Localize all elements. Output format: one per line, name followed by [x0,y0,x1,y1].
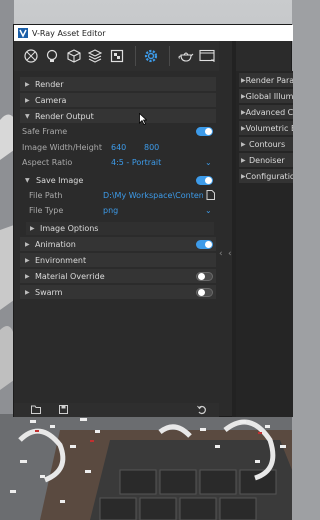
collapse-left-icon[interactable]: ‹ [219,249,223,259]
save-image-row: ▼ Save Image [20,173,216,187]
rollout-label: Global Illumination [245,91,293,101]
animation-toggle[interactable] [196,240,213,249]
settings-panel: ▶ Render ▶ Camera ▼ Render Output Safe F… [18,75,216,409]
rollout-volumetric-environment[interactable]: ▶ Volumetric Environment [239,121,293,135]
file-path-label: File Path [29,190,63,200]
frame-buffer-icon[interactable] [197,46,217,66]
expand-arrow-icon: ▶ [241,156,246,164]
save-image-label: Save Image [36,175,84,185]
expand-arrow-icon: ▶ [25,96,30,104]
image-size-label: Image Width/Height [22,142,102,152]
toolbar-separator [134,46,136,66]
chevron-down-icon[interactable]: ⌄ [205,158,212,167]
rollout-render-label: Render [35,79,64,89]
rollout-environment-label: Environment [35,255,87,265]
file-type-label: File Type [29,205,64,215]
rollout-label: Denoiser [249,155,285,165]
collapse-arrow-icon: ▼ [25,112,30,120]
file-type-select[interactable]: png [103,206,118,215]
expand-arrow-icon: ▶ [25,288,30,296]
expand-arrow-icon: ▶ [25,256,30,264]
rollout-configuration[interactable]: ▶ Configuration [239,169,293,183]
expand-arrow-icon: ▶ [241,92,246,100]
reset-icon[interactable] [197,405,207,415]
expand-arrow-icon: ▶ [25,240,30,248]
rollout-camera-label: Camera [35,95,67,105]
expand-arrow-icon: ▶ [241,124,246,132]
rollout-contours[interactable]: ▶ Contours [239,137,293,151]
expand-arrow-icon: ▶ [241,172,246,180]
expand-arrow-icon: ▶ [30,225,35,232]
advanced-settings-panel: ‹ ▶ Render Parameters ▶ Global Illuminat… [228,71,293,417]
image-height-field[interactable]: 800 [144,143,159,152]
toolbar-separator [168,46,170,66]
save-icon[interactable] [59,405,68,414]
vray-logo-icon [18,28,28,38]
expand-arrow-icon: ▶ [241,140,246,148]
rollout-image-options-label: Image Options [40,224,99,233]
materials-icon[interactable] [21,46,41,66]
swarm-toggle[interactable] [196,288,213,297]
rollout-label: Contours [249,139,286,149]
safe-frame-label: Safe Frame [22,126,68,136]
collapse-panel-icon[interactable]: ‹ [228,249,232,259]
chevron-down-icon[interactable]: ⌄ [205,206,212,215]
rollout-material-override-label: Material Override [35,271,105,281]
bottom-toolbar [14,403,219,417]
collapse-arrow-icon[interactable]: ▼ [25,177,30,184]
rollout-label: Render Parameters [245,75,293,85]
rollout-material-override[interactable]: ▶ Material Override [20,269,216,283]
browse-file-icon[interactable] [206,190,215,200]
expand-arrow-icon: ▶ [241,108,246,116]
rollout-animation[interactable]: ▶ Animation [20,237,216,251]
rollout-render-output[interactable]: ▼ Render Output [20,109,216,123]
rollout-render[interactable]: ▶ Render [20,77,216,91]
image-width-field[interactable]: 640 [111,143,126,152]
rollout-label: Configuration [245,171,293,181]
rollout-swarm-label: Swarm [35,287,63,297]
lights-icon[interactable] [43,46,63,66]
expand-arrow-icon: ▶ [25,272,30,280]
rollout-render-parameters[interactable]: ▶ Render Parameters [239,73,293,87]
category-toolbar [14,41,219,71]
rollout-denoiser[interactable]: ▶ Denoiser [239,153,293,167]
expand-arrow-icon: ▶ [25,80,30,88]
safe-frame-toggle[interactable] [196,127,213,136]
file-type-row: File Type png ⌄ [20,203,216,217]
open-folder-icon[interactable] [31,405,41,414]
safe-frame-row: Safe Frame [20,124,216,138]
window-title: V-Ray Asset Editor [32,28,106,38]
file-path-field[interactable]: D:\My Workspace\Content\Re... [103,191,203,200]
render-elements-icon[interactable] [107,46,127,66]
rollout-advanced-camera[interactable]: ▶ Advanced Camera [239,105,293,119]
rollout-label: Volumetric Environment [245,123,293,133]
aspect-ratio-select[interactable]: 4:5 - Portrait [111,158,161,167]
rollout-label: Advanced Camera [245,107,293,117]
mouse-cursor-icon [139,113,147,125]
geometry-icon[interactable] [64,46,84,66]
rollout-image-options[interactable]: ▶ Image Options [26,222,214,235]
rollout-animation-label: Animation [35,239,76,249]
rollout-global-illumination[interactable]: ▶ Global Illumination [239,89,293,103]
teapot-render-icon[interactable] [176,46,196,66]
rollout-render-output-label: Render Output [35,111,94,121]
asset-editor-window: V-Ray Asset Editor ▶ Render ▶ Camera ▼ R… [13,24,293,417]
material-override-toggle[interactable] [196,272,213,281]
image-size-row: Image Width/Height 640 800 [20,140,216,154]
rollout-swarm[interactable]: ▶ Swarm [20,285,216,299]
rollout-camera[interactable]: ▶ Camera [20,93,216,107]
settings-icon[interactable] [141,46,161,66]
aspect-ratio-row: Aspect Ratio 4:5 - Portrait ⌄ [20,155,216,169]
expand-arrow-icon: ▶ [241,76,246,84]
file-path-row: File Path D:\My Workspace\Content\Re... [20,188,216,202]
textures-icon[interactable] [86,46,106,66]
aspect-ratio-label: Aspect Ratio [22,157,73,167]
rollout-environment[interactable]: ▶ Environment [20,253,216,267]
title-bar[interactable]: V-Ray Asset Editor [14,25,293,41]
save-image-toggle[interactable] [196,176,213,185]
